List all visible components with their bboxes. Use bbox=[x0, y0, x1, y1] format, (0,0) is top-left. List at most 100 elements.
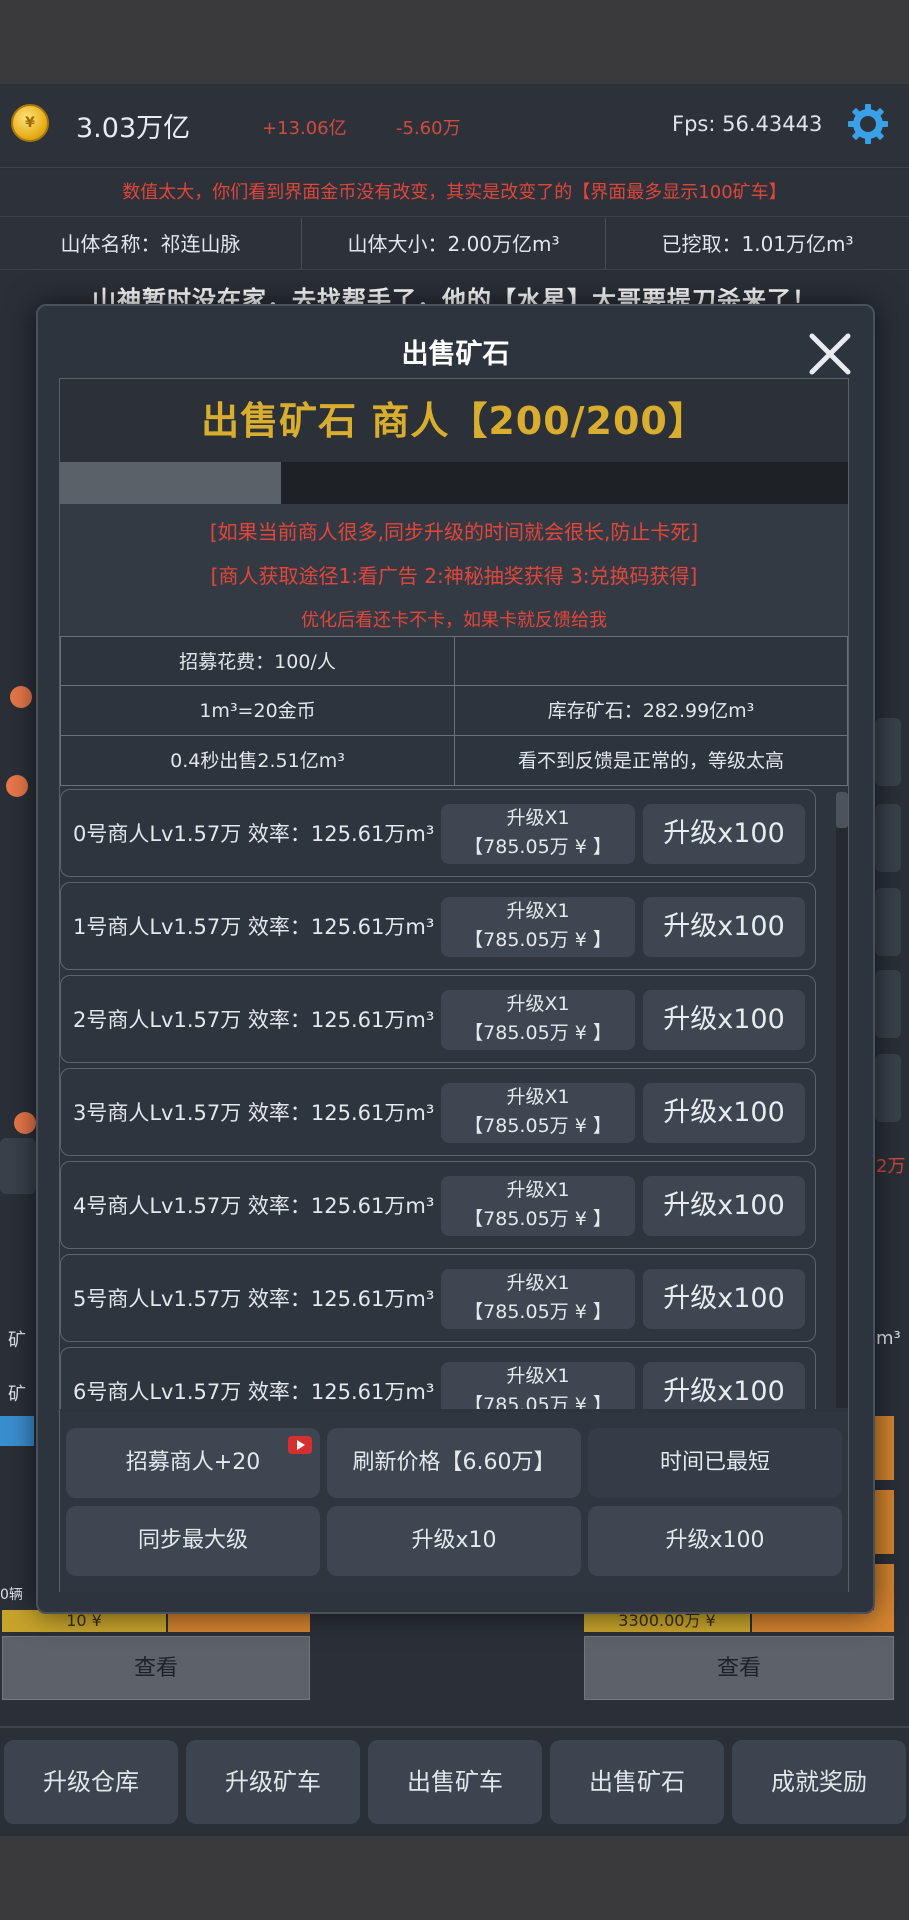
time-shortest-button[interactable]: 时间已最短 bbox=[588, 1428, 842, 1498]
merchant-label: 6号商人Lv1.57万 效率：125.61万m³ bbox=[73, 1380, 435, 1404]
dialog-title: 出售矿石 bbox=[401, 339, 510, 370]
side-bar bbox=[0, 1416, 34, 1446]
upgrade-x100-button[interactable]: 升级x100 bbox=[643, 804, 805, 864]
info-line: [商人获取途径1:看广告 2:神秘抽奖获得 3:兑换码获得] bbox=[210, 564, 698, 588]
ore-price: 1m³=20金币 bbox=[60, 686, 454, 735]
stats-grid: 招募花费：100/人 1m³=20金币 库存矿石：282.99亿m³ 0.4秒出… bbox=[60, 636, 848, 786]
merchant-row: 6号商人Lv1.57万 效率：125.61万m³ 升级X1 【785.05万 ¥… bbox=[60, 1347, 816, 1409]
sync-max-level-button[interactable]: 同步最大级 bbox=[66, 1506, 320, 1576]
mountain-dug: 已挖取：1.01万亿m³ bbox=[661, 232, 854, 256]
upgrade-x1-label: 升级X1 bbox=[506, 1365, 570, 1387]
list-scrollbar[interactable] bbox=[836, 792, 848, 1408]
side-panel bbox=[875, 718, 901, 786]
upgrade-all-x100-button[interactable]: 升级x100 bbox=[588, 1506, 842, 1576]
side-text: 2万 bbox=[876, 1156, 906, 1177]
upgrade-x100-button[interactable]: 升级x100 bbox=[643, 1269, 805, 1329]
side-text: 矿 bbox=[8, 1330, 26, 1351]
upgrade-x1-button[interactable]: 升级X1 【785.05万 ¥ 】 bbox=[441, 1083, 635, 1143]
progress-fill bbox=[60, 462, 281, 504]
side-bar bbox=[874, 1490, 894, 1554]
upgrade-x1-cost: 【785.05万 ¥ 】 bbox=[464, 836, 612, 858]
side-panel bbox=[875, 1054, 901, 1122]
refresh-price-button[interactable]: 刷新价格【6.60万】 bbox=[327, 1428, 581, 1498]
upgrade-x1-button[interactable]: 升级X1 【785.05万 ¥ 】 bbox=[441, 804, 635, 864]
close-icon[interactable] bbox=[806, 330, 854, 378]
merchant-row: 1号商人Lv1.57万 效率：125.61万m³ 升级X1 【785.05万 ¥… bbox=[60, 882, 816, 970]
upgrade-x100-button[interactable]: 升级x100 bbox=[643, 897, 805, 957]
gold-income: +13.06亿 bbox=[262, 118, 347, 139]
view-button-left[interactable]: 查看 bbox=[2, 1636, 310, 1700]
info-area: [如果当前商人很多,同步升级的时间就会很长,防止卡死] [商人获取途径1:看广告… bbox=[60, 504, 848, 636]
merchant-label: 0号商人Lv1.57万 效率：125.61万m³ bbox=[73, 822, 435, 846]
sell-rate: 0.4秒出售2.51亿m³ bbox=[60, 736, 454, 785]
bottom-nav: 升级仓库 升级矿车 出售矿车 出售矿石 成就奖励 bbox=[0, 1726, 909, 1836]
side-bar bbox=[874, 1416, 894, 1480]
upgrade-x1-button[interactable]: 升级X1 【785.05万 ¥ 】 bbox=[441, 1176, 635, 1236]
upgrade-x1-cost: 【785.05万 ¥ 】 bbox=[464, 929, 612, 951]
merchant-row: 4号商人Lv1.57万 效率：125.61万m³ 升级X1 【785.05万 ¥… bbox=[60, 1161, 816, 1249]
nav-upgrade-warehouse[interactable]: 升级仓库 bbox=[4, 1740, 178, 1824]
upgrade-x1-label: 升级X1 bbox=[506, 1272, 570, 1294]
merchant-label: 3号商人Lv1.57万 效率：125.61万m³ bbox=[73, 1101, 435, 1125]
merchant-label: 1号商人Lv1.57万 效率：125.61万m³ bbox=[73, 915, 435, 939]
side-panel bbox=[0, 1138, 36, 1194]
upgrade-x1-button[interactable]: 升级X1 【785.05万 ¥ 】 bbox=[441, 897, 635, 957]
upgrade-x1-cost: 【785.05万 ¥ 】 bbox=[464, 1115, 612, 1137]
gear-icon[interactable] bbox=[846, 102, 890, 146]
upgrade-x1-cost: 【785.05万 ¥ 】 bbox=[464, 1208, 612, 1230]
gold-total: 3.03万亿 bbox=[76, 113, 191, 144]
side-text: m³ bbox=[876, 1328, 901, 1349]
merchant-label: 2号商人Lv1.57万 效率：125.61万m³ bbox=[73, 1008, 435, 1032]
side-text: 0辆 bbox=[0, 1587, 23, 1603]
upgrade-x100-button[interactable]: 升级x100 bbox=[643, 1362, 805, 1409]
merchant-header: 出售矿石 商人【200/200】 bbox=[60, 380, 848, 462]
side-panel bbox=[875, 888, 901, 956]
merchant-label: 4号商人Lv1.57万 效率：125.61万m³ bbox=[73, 1194, 435, 1218]
top-blank-area bbox=[0, 0, 909, 84]
mountain-size: 山体大小：2.00万亿m³ bbox=[302, 218, 606, 269]
nav-sell-minecart[interactable]: 出售矿车 bbox=[368, 1740, 542, 1824]
merchant-label: 5号商人Lv1.57万 效率：125.61万m³ bbox=[73, 1287, 435, 1311]
upgrade-x100-button[interactable]: 升级x100 bbox=[643, 1083, 805, 1143]
upgrade-x1-label: 升级X1 bbox=[506, 1086, 570, 1108]
upgrade-x1-button[interactable]: 升级X1 【785.05万 ¥ 】 bbox=[441, 990, 635, 1050]
merchant-row: 0号商人Lv1.57万 效率：125.61万m³ 升级X1 【785.05万 ¥… bbox=[60, 789, 816, 877]
upgrade-x100-button[interactable]: 升级x100 bbox=[643, 1176, 805, 1236]
recruit-merchant-button[interactable]: 招募商人+20 bbox=[66, 1428, 320, 1498]
fps-counter: Fps: 56.43443 bbox=[672, 112, 823, 136]
nav-upgrade-minecart[interactable]: 升级矿车 bbox=[186, 1740, 360, 1824]
upgrade-x1-cost: 【785.05万 ¥ 】 bbox=[464, 1394, 612, 1409]
view-button-right[interactable]: 查看 bbox=[584, 1636, 894, 1700]
side-text: 矿 bbox=[8, 1384, 26, 1405]
video-ad-icon bbox=[288, 1436, 312, 1454]
scrollbar-thumb[interactable] bbox=[836, 792, 848, 828]
side-panel bbox=[875, 804, 901, 872]
nav-sell-ore[interactable]: 出售矿石 bbox=[550, 1740, 724, 1824]
mountain-name: 山体名称：祁连山脉 bbox=[0, 218, 302, 269]
gold-expense: -5.60万 bbox=[396, 118, 461, 139]
upgrade-x1-cost: 【785.05万 ¥ 】 bbox=[464, 1301, 612, 1323]
face-icon bbox=[14, 1112, 36, 1134]
upgrade-x1-button[interactable]: 升级X1 【785.05万 ¥ 】 bbox=[441, 1362, 635, 1409]
face-icon bbox=[10, 686, 32, 708]
info-line: [如果当前商人很多,同步升级的时间就会很长,防止卡死] bbox=[209, 520, 699, 544]
upgrade-x1-label: 升级X1 bbox=[506, 993, 570, 1015]
mountain-info-row: 山体名称：祁连山脉 山体大小：2.00万亿m³ 已挖取：1.01万亿m³ bbox=[0, 218, 909, 270]
upgrade-x1-cost: 【785.05万 ¥ 】 bbox=[464, 1022, 612, 1044]
upgrade-x10-button[interactable]: 升级x10 bbox=[327, 1506, 581, 1576]
merchant-row: 3号商人Lv1.57万 效率：125.61万m³ 升级X1 【785.05万 ¥… bbox=[60, 1068, 816, 1156]
upgrade-x100-button[interactable]: 升级x100 bbox=[643, 990, 805, 1050]
nav-achievement-reward[interactable]: 成就奖励 bbox=[732, 1740, 906, 1824]
merchant-row: 5号商人Lv1.57万 效率：125.61万m³ 升级X1 【785.05万 ¥… bbox=[60, 1254, 816, 1342]
notice-text: 数值太大，你们看到界面金币没有改变，其实是改变了的【界面最多显示100矿车】 bbox=[0, 169, 909, 217]
merchant-list[interactable]: 0号商人Lv1.57万 效率：125.61万m³ 升级X1 【785.05万 ¥… bbox=[60, 789, 848, 1409]
recruit-label: 招募商人+20 bbox=[125, 1450, 261, 1475]
merchant-row: 2号商人Lv1.57万 效率：125.61万m³ 升级X1 【785.05万 ¥… bbox=[60, 975, 816, 1063]
info-line: 优化后看还卡不卡，如果卡就反馈给我 bbox=[301, 610, 607, 631]
upgrade-x1-label: 升级X1 bbox=[506, 900, 570, 922]
upgrade-x1-button[interactable]: 升级X1 【785.05万 ¥ 】 bbox=[441, 1269, 635, 1329]
status-bar: ¥ 3.03万亿 +13.06亿 -5.60万 Fps: 56.43443 bbox=[0, 84, 909, 168]
upgrade-x1-label: 升级X1 bbox=[506, 807, 570, 829]
feedback-note: 看不到反馈是正常的，等级太高 bbox=[454, 736, 848, 785]
side-panel bbox=[875, 970, 901, 1038]
